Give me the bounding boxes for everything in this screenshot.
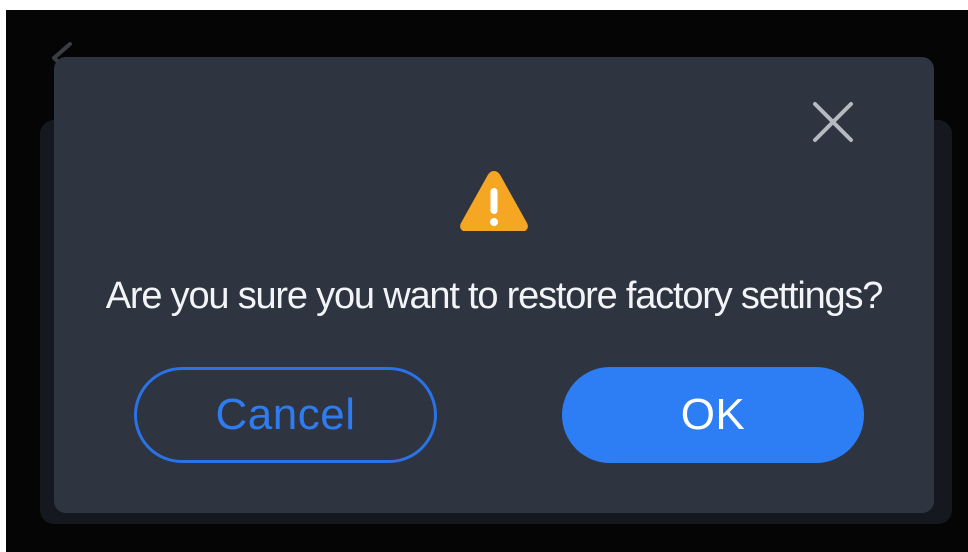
confirm-dialog: Are you sure you want to restore factory… [54,57,934,513]
ok-button[interactable]: OK [562,367,864,463]
warning-icon [460,171,528,231]
dialog-message: Are you sure you want to restore factory… [105,275,884,317]
cancel-button[interactable]: Cancel [134,367,437,463]
device-screen: Are you sure you want to restore factory… [6,10,968,552]
close-button[interactable] [808,97,858,147]
close-icon [813,102,853,142]
